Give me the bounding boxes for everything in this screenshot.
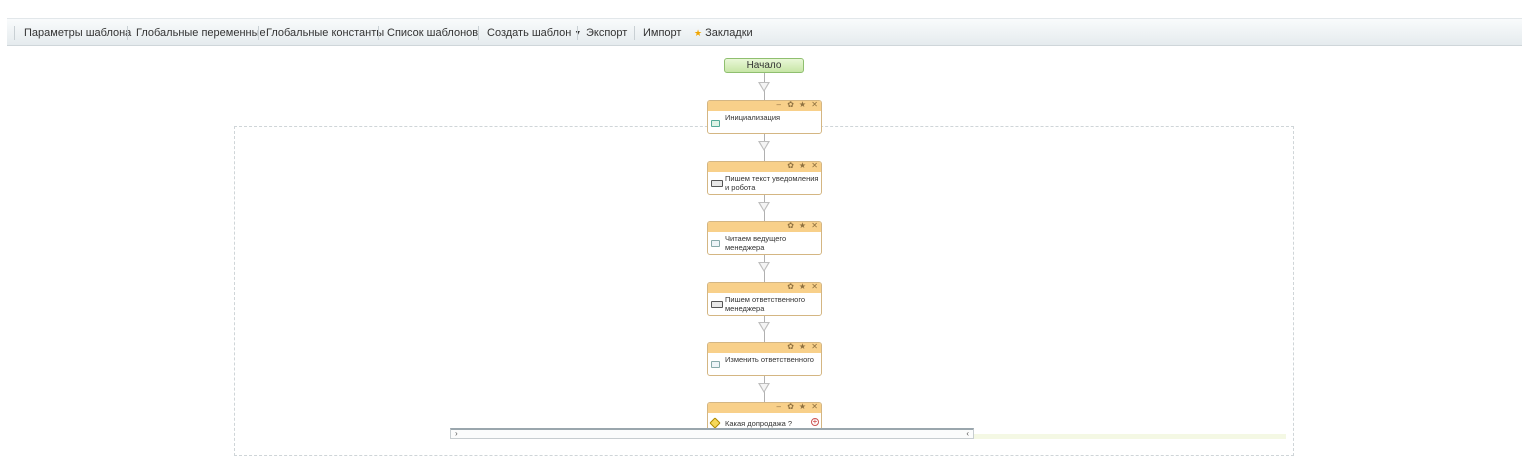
activity-block-write-notification[interactable]: ✿ ★ ✕ Пишем текст уведомления и робота (707, 161, 822, 195)
write-icon (711, 180, 723, 187)
activity-block-change-responsible[interactable]: ✿ ★ ✕ Изменить ответственного (707, 342, 822, 376)
gear-icon[interactable]: ✿ (787, 343, 794, 352)
star-icon[interactable]: ★ (799, 343, 806, 352)
close-icon[interactable]: ✕ (811, 283, 818, 292)
toolbar-separator (14, 26, 15, 40)
init-icon (711, 120, 720, 127)
read-icon (711, 240, 720, 247)
close-icon[interactable]: ✕ (811, 162, 818, 171)
connector-arrow[interactable] (758, 141, 770, 151)
connector-arrow[interactable] (758, 262, 770, 272)
start-node[interactable]: Начало (724, 58, 804, 73)
write-icon (711, 301, 723, 308)
star-icon[interactable]: ★ (799, 283, 806, 292)
condition-icon (709, 417, 721, 429)
change-icon (711, 361, 720, 368)
star-icon[interactable]: ★ (799, 403, 806, 412)
toolbar-separator (378, 26, 379, 40)
block-label: Пишем текст уведомления и робота (725, 174, 819, 192)
toolbar-separator (478, 26, 479, 40)
connector-arrow[interactable] (758, 383, 770, 393)
toolbar-separator (127, 26, 128, 40)
block-label: Читаем ведущего менеджера (725, 234, 787, 252)
activity-block-read-manager[interactable]: ✿ ★ ✕ Читаем ведущего менеджера (707, 221, 822, 255)
toolbar-separator (634, 26, 635, 40)
minimize-icon[interactable]: – (777, 403, 781, 412)
gear-icon[interactable]: ✿ (787, 283, 794, 292)
connector-arrow[interactable] (758, 82, 770, 92)
add-branch-icon[interactable]: + (811, 418, 819, 426)
star-icon[interactable]: ★ (799, 101, 806, 110)
star-icon[interactable]: ★ (799, 222, 806, 231)
block-label: Какая допродажа ? (725, 419, 793, 428)
block-header: ✿ ★ ✕ (708, 343, 821, 353)
chevron-left-icon[interactable]: ‹ (966, 429, 969, 438)
chevron-right-icon[interactable]: › (455, 429, 458, 438)
block-header: – ✿ ★ ✕ (708, 101, 821, 111)
block-header: – ✿ ★ ✕ (708, 403, 821, 413)
global-variables-button[interactable]: Глобальные переменные (136, 27, 266, 39)
branch-bar: › ‹ (450, 428, 974, 439)
toolbar-separator (258, 26, 259, 40)
template-params-button[interactable]: Параметры шаблона (24, 27, 131, 39)
gear-icon[interactable]: ✿ (787, 403, 794, 412)
star-icon[interactable]: ★ (799, 162, 806, 171)
star-icon: ★ (694, 28, 703, 38)
toolbar-separator (577, 26, 578, 40)
create-template-button[interactable]: Создать шаблон▼ (487, 27, 581, 39)
gear-icon[interactable]: ✿ (787, 101, 794, 110)
gear-icon[interactable]: ✿ (787, 162, 794, 171)
close-icon[interactable]: ✕ (811, 222, 818, 231)
close-icon[interactable]: ✕ (811, 101, 818, 110)
bookmarks-button[interactable]: ★ Закладки (694, 27, 753, 39)
template-list-button[interactable]: Список шаблонов (387, 27, 478, 39)
block-header: ✿ ★ ✕ (708, 162, 821, 172)
bookmarks-label: Закладки (705, 27, 753, 39)
toolbar: Параметры шаблона Глобальные переменные … (7, 18, 1522, 46)
import-button[interactable]: Импорт (643, 27, 681, 39)
close-icon[interactable]: ✕ (811, 403, 818, 412)
connector-arrow[interactable] (758, 202, 770, 212)
minimize-icon[interactable]: – (777, 101, 781, 110)
close-icon[interactable]: ✕ (811, 343, 818, 352)
connector-arrow[interactable] (758, 322, 770, 332)
activity-block-write-responsible[interactable]: ✿ ★ ✕ Пишем ответственного менеджера (707, 282, 822, 316)
block-label: Пишем ответственного менеджера (725, 295, 806, 313)
block-header: ✿ ★ ✕ (708, 283, 821, 293)
create-template-label: Создать шаблон (487, 27, 572, 39)
block-label: Изменить ответственного (725, 355, 814, 364)
block-label: Инициализация (725, 113, 781, 122)
gear-icon[interactable]: ✿ (787, 222, 794, 231)
global-constants-button[interactable]: Глобальные константы (266, 27, 384, 39)
activity-block-init[interactable]: – ✿ ★ ✕ Инициализация (707, 100, 822, 134)
block-header: ✿ ★ ✕ (708, 222, 821, 232)
export-button[interactable]: Экспорт (586, 27, 627, 39)
